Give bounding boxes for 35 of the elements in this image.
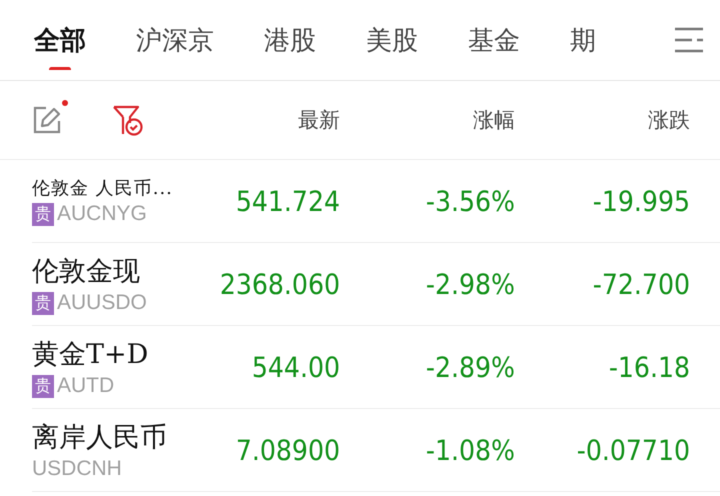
column-header[interactable]: 涨跌: [515, 106, 690, 134]
change-percent: -2.98%: [424, 268, 515, 300]
change-percent: -1.08%: [424, 434, 515, 466]
tab[interactable]: 沪深京: [136, 10, 214, 70]
category-tag: 贵: [32, 292, 54, 314]
edit-icon[interactable]: [32, 105, 62, 135]
latest-price: 7.08900: [234, 434, 340, 466]
instrument-name: 伦敦金 人民币...: [32, 177, 174, 200]
latest-price: 544.00: [250, 350, 340, 384]
change-percent: -3.56%: [424, 184, 515, 218]
instrument-code: USDCNH: [32, 457, 122, 481]
tab[interactable]: 期: [570, 10, 596, 70]
tab[interactable]: 全部: [34, 10, 86, 70]
instrument-name: 伦敦金现: [32, 255, 141, 289]
change-amount: -72.700: [592, 268, 690, 300]
change-amount: -16.18: [608, 350, 690, 384]
instrument-code: AUUSDO: [57, 291, 147, 315]
menu-icon[interactable]: [674, 26, 704, 54]
latest-price: 2368.060: [218, 268, 340, 300]
column-header[interactable]: 最新: [232, 106, 340, 134]
tab[interactable]: 港股: [264, 10, 316, 70]
tab[interactable]: 美股: [366, 10, 418, 70]
tab[interactable]: 基金: [468, 10, 520, 70]
category-tag: 贵: [32, 374, 54, 398]
change-amount: -0.07710: [576, 434, 690, 466]
filter-icon[interactable]: [112, 104, 144, 136]
latest-price: 541.724: [234, 184, 340, 218]
instrument-code: AUCNYG: [57, 202, 147, 226]
column-header[interactable]: 涨幅: [340, 106, 515, 134]
instrument-name: 离岸人民币: [32, 421, 168, 455]
change-amount: -19.995: [592, 184, 690, 218]
category-tag: 贵: [32, 202, 54, 226]
instrument-name: 黄金T+D: [32, 338, 150, 372]
instrument-code: AUTD: [57, 374, 114, 398]
change-percent: -2.89%: [424, 350, 515, 384]
